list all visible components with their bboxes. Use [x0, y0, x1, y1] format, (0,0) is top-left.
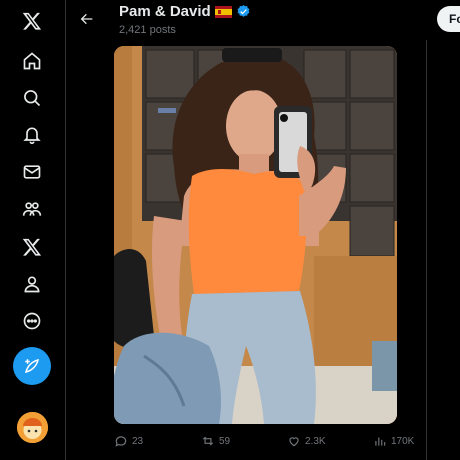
search-icon[interactable] — [14, 80, 50, 116]
account-avatar[interactable] — [17, 412, 48, 443]
premium-icon[interactable] — [14, 229, 50, 265]
analytics-icon — [375, 437, 386, 446]
spain-flag-icon — [214, 5, 232, 18]
profile-icon[interactable] — [14, 266, 50, 302]
repost-icon — [202, 436, 214, 446]
follow-button[interactable]: Fo — [437, 6, 460, 32]
views-button[interactable]: 170K — [373, 431, 414, 451]
page-title: Pam & David — [119, 3, 251, 20]
repost-count: 59 — [219, 435, 231, 447]
reply-button[interactable]: 23 — [114, 431, 143, 451]
arrow-left-icon — [80, 13, 93, 25]
views-count: 170K — [391, 435, 415, 447]
messages-icon[interactable] — [14, 154, 50, 190]
post-image[interactable] — [114, 46, 397, 424]
feather-plus-icon — [24, 358, 40, 374]
home-icon[interactable] — [14, 43, 50, 79]
post-actions: 23 59 2.3K 170K — [114, 431, 414, 451]
notifications-icon[interactable] — [14, 117, 50, 153]
heart-icon — [289, 437, 299, 447]
x-logo-icon[interactable] — [14, 3, 50, 39]
like-button[interactable]: 2.3K — [287, 431, 326, 451]
reply-count: 23 — [132, 435, 144, 447]
back-button[interactable] — [76, 8, 98, 30]
post-header: Pam & David 2,421 posts — [66, 0, 426, 40]
column-divider — [426, 40, 427, 460]
like-count: 2.3K — [305, 435, 326, 447]
posts-count: 2,421 posts — [119, 24, 176, 36]
account-name: Pam & David — [119, 3, 211, 20]
communities-icon[interactable] — [14, 191, 50, 227]
left-nav — [0, 0, 66, 460]
nav-divider — [65, 0, 66, 460]
repost-button[interactable]: 59 — [201, 431, 230, 451]
reply-icon — [115, 436, 127, 447]
more-icon[interactable] — [14, 303, 50, 339]
verified-badge-icon — [237, 4, 250, 17]
compose-post-button[interactable] — [13, 347, 51, 385]
